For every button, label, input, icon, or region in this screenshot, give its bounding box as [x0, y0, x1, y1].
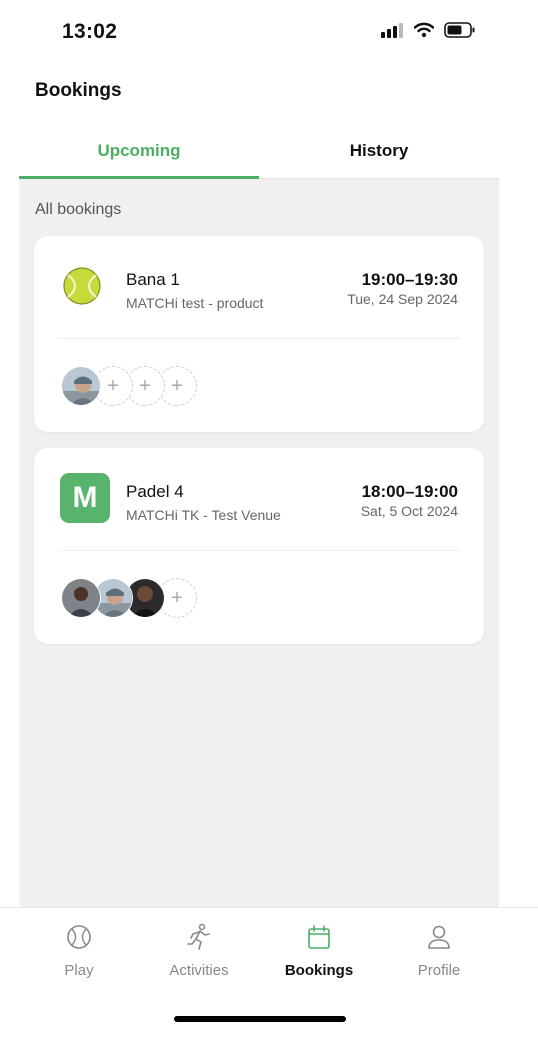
- venue-name: MATCHi TK - Test Venue: [126, 507, 281, 523]
- ball-icon: [67, 925, 91, 949]
- status-time: 13:02: [62, 20, 118, 43]
- nav-play[interactable]: Play: [19, 922, 139, 979]
- bookings-content: All bookings Bana 1 MATCHi test - produc…: [19, 179, 499, 907]
- divider: [58, 338, 460, 339]
- tab-history[interactable]: History: [259, 130, 499, 178]
- booking-tabs: Upcoming History: [19, 130, 499, 179]
- tennis-ball-icon: [63, 267, 101, 305]
- signal-icon: [381, 23, 403, 38]
- nav-label: Bookings: [284, 962, 354, 979]
- player-avatar[interactable]: [61, 366, 101, 406]
- nav-activities[interactable]: Activities: [139, 922, 259, 979]
- court-name: Bana 1: [126, 270, 180, 289]
- venue-name: MATCHi test - product: [126, 295, 264, 311]
- booking-card[interactable]: Bana 1 MATCHi test - product 19:00–19:30…: [34, 236, 484, 432]
- booking-card[interactable]: M Padel 4 MATCHi TK - Test Venue 18:00–1…: [34, 448, 484, 644]
- person-icon: [428, 925, 450, 949]
- booking-time: 19:00–19:30: [361, 270, 458, 289]
- nav-label: Profile: [417, 962, 461, 979]
- nav-profile[interactable]: Profile: [379, 922, 499, 979]
- nav-bookings[interactable]: Bookings: [259, 922, 379, 979]
- booking-date: Sat, 5 Oct 2024: [360, 503, 458, 519]
- status-bar: 13:02: [0, 0, 538, 64]
- nav-label: Play: [64, 962, 94, 979]
- tab-upcoming[interactable]: Upcoming: [19, 130, 259, 179]
- booking-date: Tue, 24 Sep 2024: [347, 291, 458, 307]
- status-icons: [380, 22, 476, 38]
- runner-icon: [187, 923, 210, 950]
- battery-icon: [444, 22, 475, 38]
- divider: [58, 550, 460, 551]
- wifi-icon: [414, 22, 434, 38]
- section-label: All bookings: [35, 201, 122, 218]
- court-name: Padel 4: [126, 482, 184, 501]
- player-avatar[interactable]: [61, 578, 101, 618]
- calendar-icon: [308, 925, 330, 949]
- page-title: Bookings: [35, 80, 122, 101]
- matchi-logo-icon: M: [60, 473, 110, 523]
- home-indicator: [174, 1016, 346, 1022]
- nav-label: Activities: [169, 962, 229, 979]
- booking-time: 18:00–19:00: [361, 482, 458, 501]
